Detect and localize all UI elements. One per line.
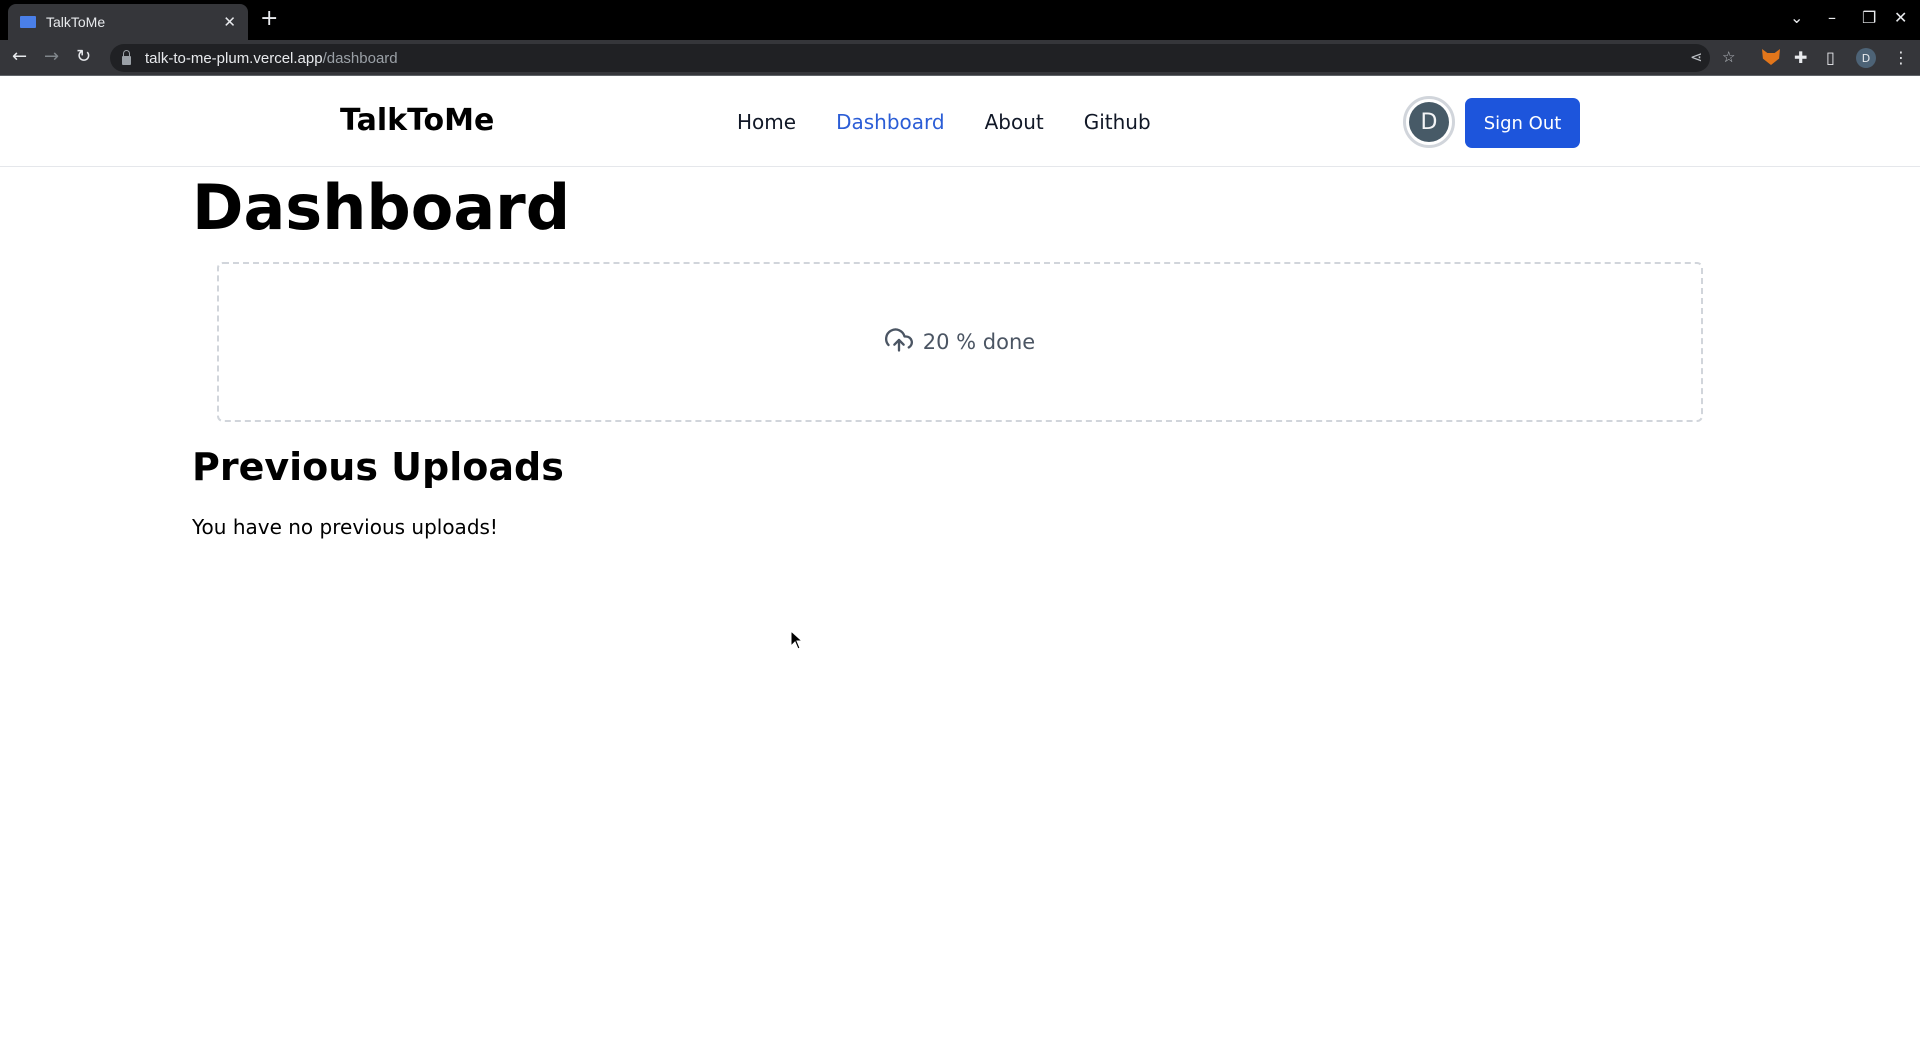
extensions-puzzle-icon[interactable]: ✚ [1794,48,1807,67]
forward-icon[interactable]: → [44,46,59,67]
new-tab-button[interactable]: + [260,6,278,31]
previous-uploads-title: Previous Uploads [192,445,564,489]
brand-logo[interactable]: TalkToMe [340,103,494,138]
minimize-icon[interactable]: – [1828,8,1836,27]
metamask-extension-icon[interactable] [1762,49,1780,65]
tab-search-icon[interactable]: ⌄ [1790,8,1803,27]
menu-kebab-icon[interactable]: ⋮ [1893,48,1909,67]
upload-dropzone[interactable]: 20 % done [217,262,1703,422]
bookmark-star-icon[interactable]: ☆ [1722,48,1735,66]
browser-toolbar: ← → ↻ talk-to-me-plum.vercel.app/dashboa… [0,40,1920,76]
nav-dashboard[interactable]: Dashboard [836,110,945,134]
back-icon[interactable]: ← [12,46,27,67]
upload-progress-text: 20 % done [922,330,1036,354]
upload-status: 20 % done [884,326,1036,359]
user-avatar[interactable]: D [1403,96,1455,148]
browser-tab[interactable]: TalkToMe ✕ [8,4,248,40]
reload-icon[interactable]: ↻ [76,46,91,67]
browser-tab-bar: TalkToMe ✕ + ⌄ – ❐ ✕ [0,0,1920,40]
url-path: /dashboard [322,49,398,67]
address-bar[interactable]: talk-to-me-plum.vercel.app/dashboard ⋖ ☆ [110,44,1735,72]
profile-avatar[interactable]: D [1856,48,1876,68]
close-window-icon[interactable]: ✕ [1894,8,1907,27]
site-header: TalkToMe Home Dashboard About Github D S… [0,77,1920,167]
url-host: talk-to-me-plum.vercel.app [145,49,323,67]
restore-icon[interactable]: ❐ [1862,8,1876,27]
lock-icon [122,49,131,65]
user-avatar-initial: D [1409,102,1449,142]
main-nav: Home Dashboard About Github [737,110,1151,134]
nav-home[interactable]: Home [737,110,796,134]
sign-out-button[interactable]: Sign Out [1465,98,1580,148]
page-title: Dashboard [192,171,571,244]
side-panel-icon[interactable]: ▯ [1826,48,1835,67]
page: TalkToMe Home Dashboard About Github D S… [0,77,1920,1050]
share-icon[interactable]: ⋖ [1690,48,1703,66]
favicon-icon [20,16,36,28]
nav-github[interactable]: Github [1084,110,1151,134]
tab-title: TalkToMe [46,14,106,30]
empty-uploads-message: You have no previous uploads! [192,515,498,539]
nav-about[interactable]: About [985,110,1044,134]
close-tab-icon[interactable]: ✕ [223,13,236,31]
cloud-upload-icon [884,326,913,359]
